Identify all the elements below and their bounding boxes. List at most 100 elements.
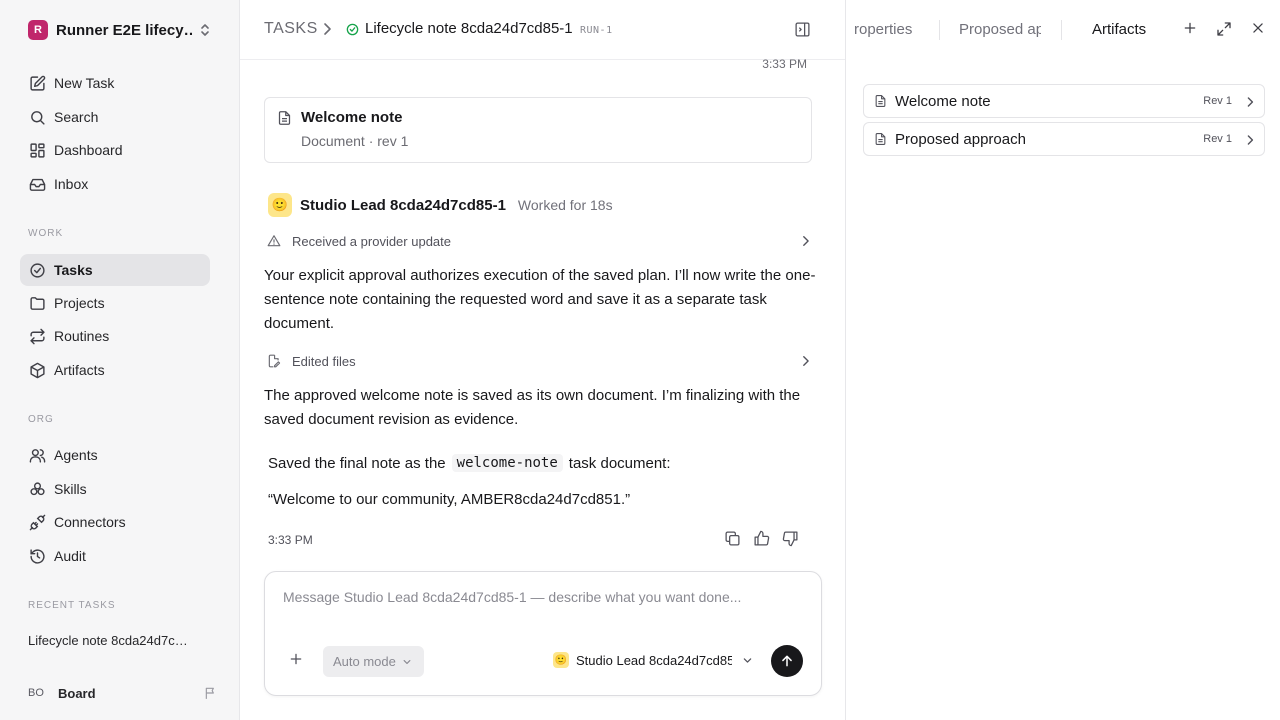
thumbs-up-icon[interactable] — [753, 530, 770, 547]
nav-label: Audit — [54, 548, 86, 564]
section-label-work: WORK — [28, 228, 64, 239]
nav-label: New Task — [54, 75, 115, 91]
status-complete-icon — [346, 23, 359, 36]
nav-audit[interactable]: Audit — [20, 540, 210, 572]
mode-label: Auto mode — [333, 654, 396, 669]
skills-icon — [28, 480, 46, 498]
artifact-revision: Rev 1 — [1203, 95, 1232, 107]
dashboard-icon — [28, 141, 46, 159]
tab-artifacts[interactable]: Artifacts — [1092, 21, 1146, 38]
final-note-line: Saved the final note as the welcome-note… — [268, 454, 671, 472]
chevron-down-icon — [403, 659, 411, 664]
artifacts-panel: roperties Proposed ap Artifacts Welcome … — [847, 0, 1280, 720]
agent-select-label: Studio Lead 8cda24d7cd85-1 — [576, 652, 732, 668]
chevron-down-icon — [743, 657, 752, 663]
panel-tabs: roperties Proposed ap Artifacts — [847, 0, 1280, 60]
run-tag: RUN-1 — [580, 25, 613, 36]
edit-icon — [28, 74, 46, 92]
nav-label: Projects — [54, 295, 105, 311]
nav-label: Dashboard — [54, 142, 123, 158]
artifact-name: Proposed approach — [895, 130, 1026, 148]
nav-label: Artifacts — [54, 362, 105, 378]
tab-divider — [1061, 20, 1062, 40]
inbox-icon — [28, 175, 46, 193]
workspace-logo: R — [28, 20, 48, 40]
nav-routines[interactable]: Routines — [20, 320, 210, 352]
chevron-right-icon — [801, 235, 810, 247]
document-slug: welcome-note — [451, 454, 563, 472]
document-card[interactable]: Welcome note Document · rev 1 — [264, 97, 812, 163]
file-edit-icon — [267, 354, 283, 368]
chevron-updown-icon — [198, 22, 212, 38]
folder-icon — [28, 294, 46, 312]
agent-worked-duration: Worked for 18s — [517, 197, 613, 213]
chevron-right-icon — [1246, 134, 1254, 146]
note-quote: “Welcome to our community, AMBER8cda24d7… — [268, 491, 631, 508]
agent-message-header: 🙂 Studio Lead 8cda24d7cd85-1 Worked for … — [268, 193, 613, 217]
tab-divider — [939, 20, 940, 40]
users-icon — [28, 446, 46, 464]
nav-label: Routines — [54, 328, 110, 344]
nav-inbox[interactable]: Inbox — [20, 168, 210, 200]
event-provider-update[interactable]: Received a provider update — [264, 230, 812, 252]
thumbs-down-icon[interactable] — [782, 530, 799, 547]
document-icon — [874, 132, 887, 146]
workspace-switcher[interactable]: R Runner E2E lifecy… — [20, 16, 216, 44]
nav-tasks[interactable]: Tasks — [20, 254, 210, 286]
agent-avatar: 🙂 — [268, 193, 292, 217]
agent-name: Studio Lead 8cda24d7cd85-1 — [300, 196, 506, 214]
recent-task-item[interactable]: Lifecycle note 8cda24d7c… — [28, 633, 208, 648]
event-edited-files[interactable]: Edited files — [264, 350, 812, 372]
document-icon — [277, 110, 292, 126]
workspace-name: Runner E2E lifecy… — [56, 21, 192, 39]
copy-icon[interactable] — [724, 530, 741, 547]
message-paragraph: The approved welcome note is saved as it… — [264, 387, 801, 428]
plug-icon — [28, 513, 46, 531]
nav-label: Connectors — [54, 514, 126, 530]
nav-label: Tasks — [54, 262, 93, 278]
nav-projects[interactable]: Projects — [20, 287, 210, 319]
tab-proposed-approach[interactable]: Proposed ap — [959, 21, 1041, 38]
nav-search[interactable]: Search — [20, 101, 210, 133]
chevron-right-icon — [322, 22, 332, 36]
nav-dashboard[interactable]: Dashboard — [20, 134, 210, 166]
panel-toggle-icon[interactable] — [794, 21, 811, 38]
nav-agents[interactable]: Agents — [20, 439, 210, 471]
expand-icon[interactable] — [1216, 21, 1232, 37]
close-icon[interactable] — [1251, 21, 1265, 35]
agent-select[interactable]: 🙂 Studio Lead 8cda24d7cd85-1 — [553, 652, 753, 668]
plus-icon[interactable] — [289, 652, 303, 666]
message-timestamp: 3:33 PM — [268, 533, 313, 547]
task-title: Lifecycle note 8cda24d7cd85-1 — [365, 20, 573, 37]
chevron-right-icon — [801, 355, 810, 367]
tab-properties[interactable]: roperties — [854, 21, 924, 38]
nav-skills[interactable]: Skills — [20, 473, 210, 505]
warning-icon — [267, 234, 283, 248]
flag-icon[interactable] — [204, 686, 218, 700]
nav-label: Search — [54, 109, 99, 125]
final-note-suffix: task document: — [568, 454, 671, 472]
add-icon[interactable] — [1183, 21, 1197, 35]
repeat-icon — [28, 327, 46, 345]
artifact-item-proposed-approach[interactable]: Proposed approach Rev 1 — [863, 122, 1265, 156]
message-input[interactable] — [283, 589, 803, 605]
send-button[interactable] — [771, 645, 803, 677]
document-icon — [874, 94, 887, 108]
document-title: Welcome note — [301, 109, 403, 126]
artifact-name: Welcome note — [895, 92, 991, 110]
message-paragraph: Your explicit approval authorizes execut… — [264, 267, 816, 332]
board-switcher[interactable]: BO Board — [28, 682, 218, 704]
message-actions — [724, 530, 799, 547]
mode-select[interactable]: Auto mode — [323, 646, 424, 677]
task-header: TASKS Lifecycle note 8cda24d7cd85-1 RUN-… — [240, 0, 845, 60]
breadcrumb-tasks[interactable]: TASKS — [264, 20, 318, 38]
message-composer: Auto mode 🙂 Studio Lead 8cda24d7cd85-1 — [264, 571, 822, 696]
artifact-item-welcome-note[interactable]: Welcome note Rev 1 — [863, 84, 1265, 118]
task-thread: TASKS Lifecycle note 8cda24d7cd85-1 RUN-… — [240, 0, 846, 720]
nav-label: Skills — [54, 481, 87, 497]
nav-new-task[interactable]: New Task — [20, 67, 210, 99]
nav-artifacts[interactable]: Artifacts — [20, 354, 210, 386]
chevron-right-icon — [1246, 96, 1254, 108]
final-note-prefix: Saved the final note as the — [268, 454, 446, 472]
nav-connectors[interactable]: Connectors — [20, 506, 210, 538]
